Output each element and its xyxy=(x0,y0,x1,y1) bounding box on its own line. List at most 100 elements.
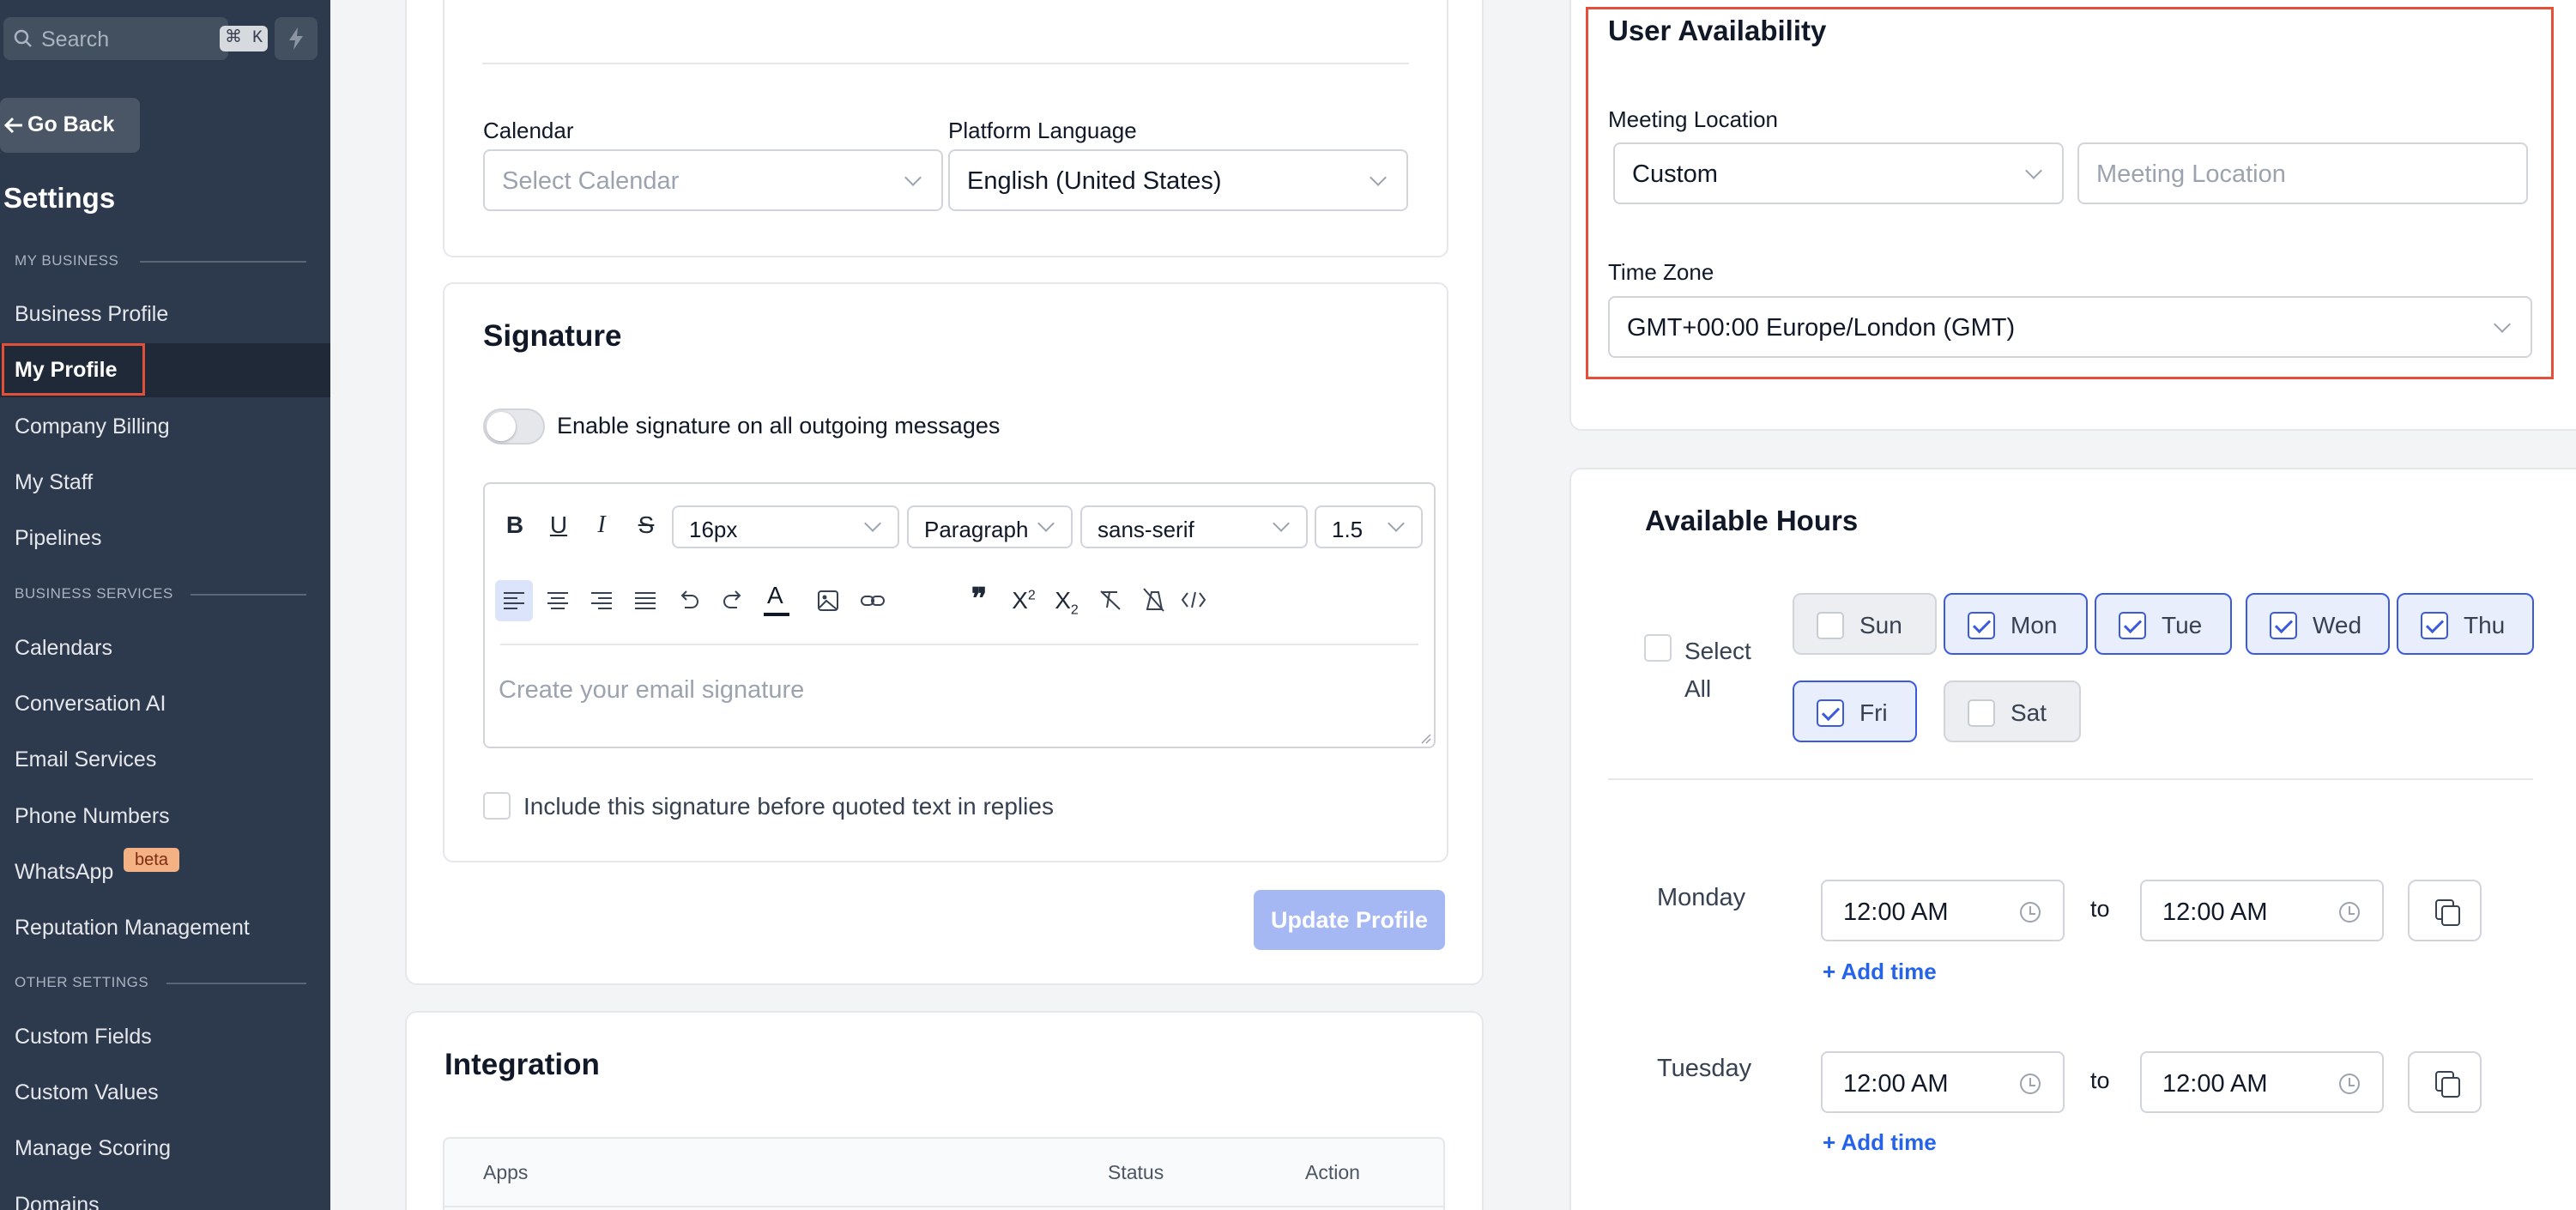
signature-placeholder[interactable]: Create your email signature xyxy=(499,676,804,705)
align-left-button[interactable] xyxy=(495,580,533,621)
copy-hours-button[interactable] xyxy=(2408,880,2482,941)
sidebar-item-conversation-ai[interactable]: Conversation AI xyxy=(15,692,166,717)
meeting-location-placeholder: Meeting Location xyxy=(2096,160,2286,188)
go-back-label: Go Back xyxy=(27,112,115,136)
chevron-down-icon xyxy=(1370,169,1387,186)
timezone-value: GMT+00:00 Europe/London (GMT) xyxy=(1627,314,2016,342)
subscript-icon[interactable]: X2 xyxy=(1052,587,1081,619)
underline-icon[interactable]: U xyxy=(546,511,571,539)
search-input[interactable]: Search xyxy=(3,17,228,60)
sidebar-item-phone-numbers[interactable]: Phone Numbers xyxy=(15,804,170,829)
bold-icon[interactable]: B xyxy=(502,511,528,539)
day-checkbox xyxy=(2270,612,2297,639)
sidebar-item-whatsapp[interactable]: WhatsApp xyxy=(15,860,113,885)
section-other-settings: OTHER SETTINGS xyxy=(15,974,149,990)
divider xyxy=(482,63,1409,64)
sidebar-item-calendars[interactable]: Calendars xyxy=(15,636,112,661)
timezone-select[interactable]: GMT+00:00 Europe/London (GMT) xyxy=(1608,296,2532,358)
sidebar-item-business-profile[interactable]: Business Profile xyxy=(15,302,168,327)
strikethrough-icon[interactable]: S xyxy=(633,511,659,539)
image-icon[interactable] xyxy=(817,590,839,612)
clock-icon xyxy=(2339,902,2360,923)
day-toggle-wed[interactable]: Wed xyxy=(2246,593,2390,655)
undo-icon[interactable] xyxy=(678,589,700,611)
add-time-link[interactable]: + Add time xyxy=(1823,959,1937,985)
clear-styles-icon[interactable] xyxy=(1141,587,1165,613)
include-signature-label: Include this signature before quoted tex… xyxy=(523,793,1054,820)
sidebar-item-my-staff[interactable]: My Staff xyxy=(15,470,93,495)
sidebar-item-reputation-management[interactable]: Reputation Management xyxy=(15,916,250,941)
blockquote-icon[interactable]: ❞ xyxy=(966,582,992,616)
day-label: Thu xyxy=(2464,612,2506,638)
sidebar-item-custom-values[interactable]: Custom Values xyxy=(15,1080,159,1105)
align-center-icon[interactable] xyxy=(547,591,568,610)
include-signature-checkbox[interactable] xyxy=(483,792,511,820)
day-toggle-sun[interactable]: Sun xyxy=(1793,593,1937,655)
to-label: to xyxy=(2090,1068,2110,1093)
sidebar-item-my-profile[interactable]: My Profile xyxy=(15,358,117,383)
day-label: Sun xyxy=(1859,612,1902,638)
chevron-down-icon xyxy=(2025,162,2042,179)
go-back-button[interactable]: Go Back xyxy=(0,98,140,153)
link-icon[interactable] xyxy=(860,592,886,609)
available-hours-title: Available Hours xyxy=(1645,505,1859,536)
column-apps: Apps xyxy=(483,1161,529,1183)
toolbar-divider xyxy=(500,644,1418,645)
select-all-label: Select All xyxy=(1684,638,1751,702)
end-time-field[interactable]: 12:00 AM xyxy=(2140,1051,2384,1113)
beta-badge: beta xyxy=(124,848,179,872)
line-height-select[interactable]: 1.5 xyxy=(1315,505,1423,548)
day-toggle-mon[interactable]: Mon xyxy=(1944,593,2088,655)
start-time-field[interactable]: 12:00 AM xyxy=(1821,880,2065,941)
superscript-icon[interactable]: X2 xyxy=(1009,587,1038,614)
meeting-type-select[interactable]: Custom xyxy=(1613,142,2064,204)
align-right-icon[interactable] xyxy=(591,591,612,610)
font-size-select[interactable]: 16px xyxy=(672,505,899,548)
meeting-location-input[interactable]: Meeting Location xyxy=(2077,142,2528,204)
align-justify-icon[interactable] xyxy=(635,591,656,610)
sidebar-item-domains[interactable]: Domains xyxy=(15,1193,100,1210)
section-business-services: BUSINESS SERVICES xyxy=(15,585,173,602)
clear-format-icon[interactable] xyxy=(1098,589,1122,611)
block-type-value: Paragraph xyxy=(924,517,1029,542)
update-profile-button[interactable]: Update Profile xyxy=(1254,890,1445,950)
italic-icon[interactable]: I xyxy=(589,511,614,539)
add-time-link[interactable]: + Add time xyxy=(1823,1129,1937,1156)
text-color-icon[interactable]: A xyxy=(764,582,789,620)
day-toggle-tue[interactable]: Tue xyxy=(2095,593,2232,655)
copy-hours-button[interactable] xyxy=(2408,1051,2482,1113)
sidebar-item-manage-scoring[interactable]: Manage Scoring xyxy=(15,1136,171,1161)
language-select[interactable]: English (United States) xyxy=(948,149,1408,211)
day-toggle-sat[interactable]: Sat xyxy=(1944,681,2081,742)
timezone-label: Time Zone xyxy=(1608,259,1714,285)
column-action: Action xyxy=(1305,1161,1360,1183)
day-toggle-fri[interactable]: Fri xyxy=(1793,681,1917,742)
chevron-down-icon xyxy=(2494,316,2511,333)
end-time-field[interactable]: 12:00 AM xyxy=(2140,880,2384,941)
resize-handle-icon[interactable] xyxy=(1420,733,1432,745)
start-time-field[interactable]: 12:00 AM xyxy=(1821,1051,2065,1113)
calendar-select[interactable]: Select Calendar xyxy=(483,149,943,211)
start-time-value: 12:00 AM xyxy=(1843,898,1949,926)
sidebar-item-company-billing[interactable]: Company Billing xyxy=(15,414,170,439)
lightning-icon xyxy=(289,27,303,50)
line-height-value: 1.5 xyxy=(1332,517,1364,542)
redo-icon[interactable] xyxy=(722,589,744,611)
sidebar-item-email-services[interactable]: Email Services xyxy=(15,747,156,772)
sidebar-item-pipelines[interactable]: Pipelines xyxy=(15,526,101,551)
search-icon xyxy=(14,29,32,47)
block-type-select[interactable]: Paragraph xyxy=(907,505,1073,548)
code-icon[interactable] xyxy=(1181,590,1206,609)
quick-actions-button[interactable] xyxy=(275,17,317,60)
select-all-checkbox[interactable] xyxy=(1644,634,1672,662)
toggle-knob xyxy=(487,412,516,441)
signature-toggle[interactable] xyxy=(483,408,545,445)
table-header-divider xyxy=(444,1206,1445,1207)
font-family-select[interactable]: sans-serif xyxy=(1080,505,1308,548)
day-label: Mon xyxy=(2011,612,2058,638)
search-label: Search xyxy=(41,27,110,51)
end-time-value: 12:00 AM xyxy=(2162,898,2268,926)
sidebar-item-custom-fields[interactable]: Custom Fields xyxy=(15,1025,152,1050)
day-checkbox xyxy=(1817,699,1844,727)
day-toggle-thu[interactable]: Thu xyxy=(2397,593,2534,655)
